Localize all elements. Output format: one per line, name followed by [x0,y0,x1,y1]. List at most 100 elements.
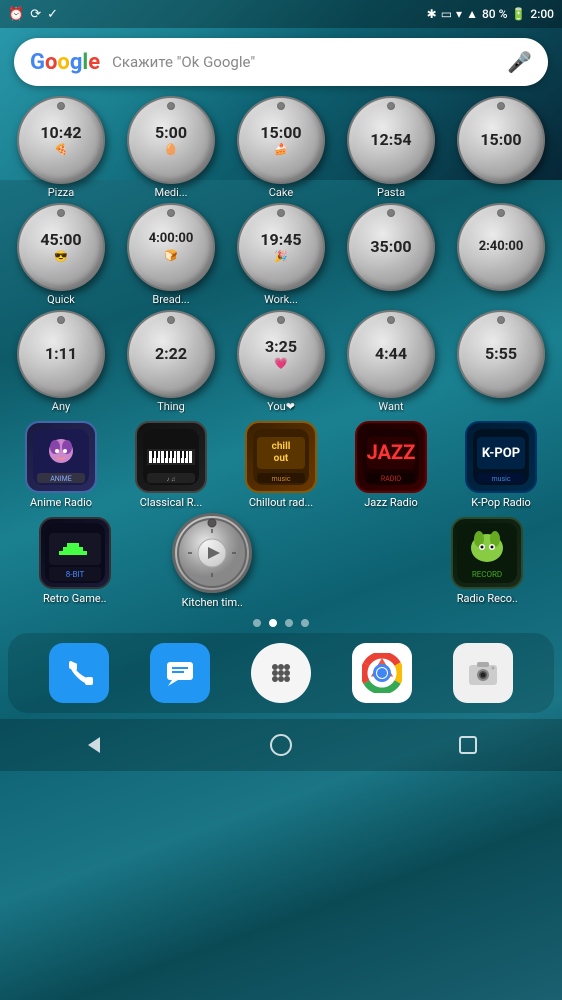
svg-text:K-POP: K-POP [482,446,520,461]
jazz-radio-icon: JAZZ RADIO [355,421,427,493]
timer-pasta[interactable]: 12:54 Pasta [338,96,444,199]
timer-thing[interactable]: 2:22 Thing [118,310,224,413]
timer-time-want: 4:44 [375,345,407,363]
chillout-radio-icon: chill out music [245,421,317,493]
timer-dial-35: 35:00 [347,203,435,291]
anime-radio-label: Anime Radio [30,496,92,509]
timer-pizza[interactable]: 10:42 🍕 Pizza [8,96,114,199]
classical-radio-icon: ♪ ♫ [135,421,207,493]
timer-dial-bread: 4:00:00 🍞 [127,203,215,291]
timer-dial-quick: 45:00 😎 [17,203,105,291]
dock [8,633,554,713]
dock-app-drawer-button[interactable] [251,643,311,703]
timer-work[interactable]: 19:45 🎉 Work... [228,203,334,306]
app-kpop-radio[interactable]: K-POP music K-Pop Radio [448,421,554,509]
status-bar: ⏰ ⟳ ✓ ✱ ▭ ▾ ▲ 80 % 🔋 2:00 [0,0,562,28]
timer-35[interactable]: 35:00 [338,203,444,306]
timer-time-medi: 5:00 [155,124,187,142]
timer-time-work: 19:45 [260,231,301,249]
dock-messages-button[interactable] [150,643,210,703]
timer-555[interactable]: 5:55 [448,310,554,413]
dot-2 [269,619,277,627]
svg-text:music: music [272,475,291,483]
timer-dial-555: 5:55 [457,310,545,398]
nav-home-button[interactable] [259,723,303,767]
timer-dial-any: 1:11 [17,310,105,398]
app-radio-rec[interactable]: RECORD Radio Reco.. [421,517,555,605]
timer-name-bread: Bread... [152,293,189,306]
timer-dial-240: 2:40:00 [457,203,545,291]
timer-want[interactable]: 4:44 Want [338,310,444,413]
app-anime-radio[interactable]: ANIME Anime Radio [8,421,114,509]
timer-emoji-cake: 🍰 [274,143,288,156]
sim-icon: ▭ [441,7,452,21]
timer-time-bread: 4:00:00 [149,232,194,246]
timer-time-quick: 45:00 [40,231,81,249]
retro-game-label: Retro Game.. [43,592,107,605]
kpop-radio-label: K-Pop Radio [471,496,531,509]
timer-emoji-you: 💗 [274,357,288,370]
timer-name-medi: Medi... [154,186,187,199]
timer-emoji-bread: 🍞 [164,249,178,262]
app-chillout-radio[interactable]: chill out music Chillout rad... [228,421,334,509]
signal-icon: ▲ [466,7,478,21]
dot-3 [285,619,293,627]
timer-name-quick: Quick [47,293,75,306]
timer-dial-pasta: 12:54 [347,96,435,184]
timer-grid-row2: 45:00 😎 Quick 4:00:00 🍞 Bread... 19:45 🎉… [0,203,562,306]
timer-grid-row1: 10:42 🍕 Pizza 5:00 🥚 Medi... 15:00 🍰 Cak… [0,96,562,199]
timer-you[interactable]: 3:25 💗 You❤ [228,310,334,413]
timer-dial-15-1: 15:00 [457,96,545,184]
radio-rec-icon: RECORD [451,517,523,589]
timer-quick[interactable]: 45:00 😎 Quick [8,203,114,306]
app-classical-radio[interactable]: ♪ ♫ Classical R... [118,421,224,509]
dock-camera-button[interactable] [453,643,513,703]
timer-name-any: Any [52,400,70,413]
nav-recents-button[interactable] [446,723,490,767]
battery-text: 80 % [482,7,507,21]
kpop-radio-icon: K-POP music [465,421,537,493]
timer-dial-thing: 2:22 [127,310,215,398]
svg-text:chill: chill [272,441,291,452]
app-kitchen-timer[interactable]: Kitchen tim.. [146,513,280,609]
google-search-bar[interactable]: Google Скажите "Ok Google" 🎤 [14,38,548,86]
timer-dial-cake: 15:00 🍰 [237,96,325,184]
mic-icon[interactable]: 🎤 [507,50,532,74]
timer-time-cake: 15:00 [260,124,301,142]
chillout-radio-label: Chillout rad... [249,496,313,509]
app-jazz-radio[interactable]: JAZZ RADIO Jazz Radio [338,421,444,509]
timer-bread[interactable]: 4:00:00 🍞 Bread... [118,203,224,306]
classical-radio-label: Classical R... [140,496,202,509]
svg-text:out: out [274,453,289,464]
app-grid-row1: ANIME Anime Radio [0,413,562,509]
dot-1 [253,619,261,627]
app-retro-game[interactable]: 8-BIT Retro Game.. [8,517,142,605]
nav-bar [0,719,562,771]
timer-name-you: You❤ [267,400,295,413]
timer-15-1[interactable]: 15:00 [448,96,554,199]
svg-text:music: music [492,475,511,483]
timer-cake[interactable]: 15:00 🍰 Cake [228,96,334,199]
timer-emoji-pizza: 🍕 [54,143,68,156]
timer-time-35: 35:00 [370,238,411,256]
timer-time-thing: 2:22 [155,345,187,363]
timer-time-you: 3:25 [265,338,297,356]
timer-time-pizza: 10:42 [40,124,81,142]
timer-240[interactable]: 2:40:00 [448,203,554,306]
timer-dial-medi: 5:00 🥚 [127,96,215,184]
nav-back-button[interactable] [72,723,116,767]
timer-grid-row3: 1:11 Any 2:22 Thing 3:25 💗 You❤ 4:44 Wan… [0,310,562,413]
dock-phone-button[interactable] [49,643,109,703]
timer-name-want: Want [378,400,403,413]
timer-name-pasta: Pasta [377,186,405,199]
dock-chrome-button[interactable] [352,643,412,703]
timer-time-555: 5:55 [485,345,517,363]
timer-any[interactable]: 1:11 Any [8,310,114,413]
timer-time-240: 2:40:00 [479,240,524,254]
svg-text:8-BIT: 8-BIT [65,570,84,579]
status-right-info: ✱ ▭ ▾ ▲ 80 % 🔋 2:00 [427,7,554,21]
page-dots [0,619,562,627]
timer-time-15-1: 15:00 [480,131,521,149]
timer-medi[interactable]: 5:00 🥚 Medi... [118,96,224,199]
alarm-icon: ⏰ [8,7,24,22]
